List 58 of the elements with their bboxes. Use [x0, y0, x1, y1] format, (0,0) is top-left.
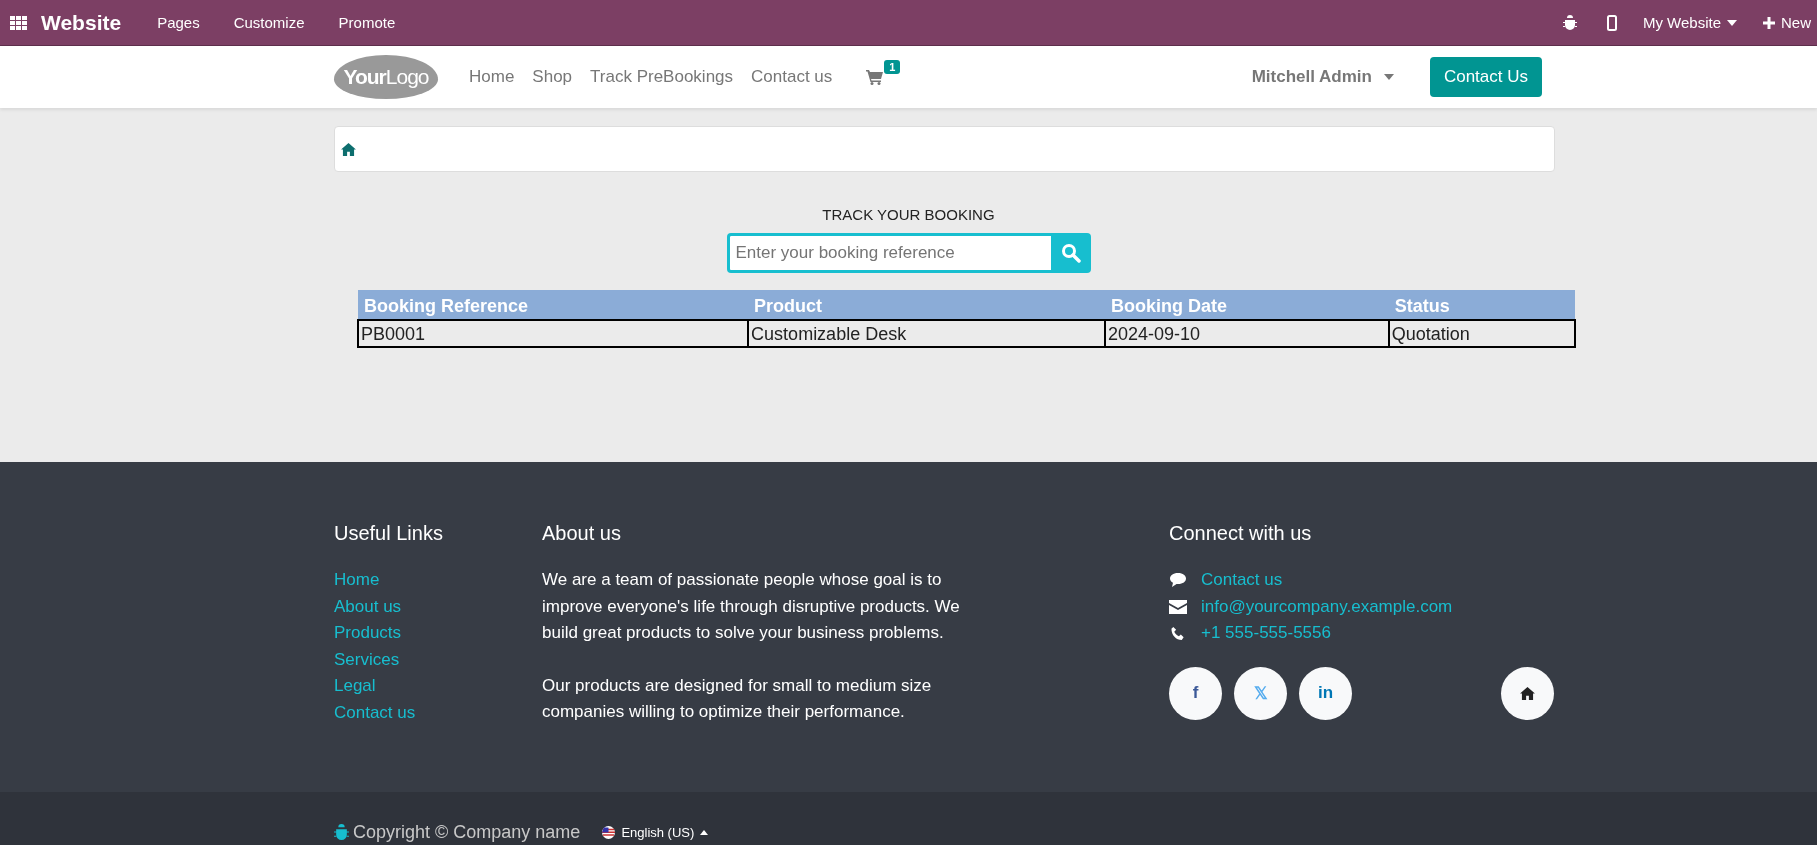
- caret-icon: [700, 829, 709, 835]
- about-paragraph: Our products are designed for small to medium size companies willing to optimize their performance.: [542, 674, 933, 723]
- nav-link[interactable]: Home: [469, 67, 515, 87]
- cart-count-badge: 1: [884, 59, 901, 74]
- footer-heading: Connect with us: [1169, 522, 1313, 545]
- home-icon: [1520, 686, 1535, 700]
- contact-us-button[interactable]: Contact Us: [1429, 57, 1542, 97]
- footer-link[interactable]: Contact us: [334, 702, 416, 722]
- logo[interactable]: YourLogo: [334, 55, 438, 99]
- footer-link[interactable]: Home: [334, 570, 380, 589]
- linkedin-button[interactable]: in: [1299, 666, 1352, 720]
- top-menu-item[interactable]: Pages: [157, 14, 200, 31]
- column-header: Product: [748, 290, 1105, 320]
- column-header: Status: [1388, 290, 1575, 320]
- home-button[interactable]: [1501, 666, 1554, 720]
- table-cell: PB0001: [358, 320, 749, 347]
- footer-link[interactable]: About us: [334, 596, 402, 616]
- table-cell: Quotation: [1388, 320, 1575, 347]
- search-icon: [1060, 243, 1081, 263]
- mobile-phone-icon[interactable]: [1606, 14, 1617, 31]
- contact-link[interactable]: info@yourcompany.example.com: [1201, 593, 1453, 620]
- contact-link[interactable]: Contact us: [1201, 567, 1283, 594]
- footer-link[interactable]: Legal: [334, 676, 376, 695]
- top-menu-item[interactable]: Promote: [338, 14, 396, 31]
- language-selector[interactable]: English (US): [602, 824, 709, 840]
- user-menu[interactable]: Mitchell Admin: [1251, 67, 1394, 87]
- facebook-button[interactable]: f: [1169, 666, 1222, 720]
- nav-link[interactable]: Contact us: [751, 67, 833, 87]
- footer-link[interactable]: Services: [334, 649, 400, 669]
- about-paragraph: We are a team of passionate people whose goal is to improve everyone's life through disruptive products. We build great products to solve your business problems.: [542, 569, 961, 644]
- caret-icon: [1383, 74, 1394, 80]
- nav-link[interactable]: Track PreBookings: [590, 67, 734, 87]
- copyright-text: Copyright © Company name: [353, 821, 581, 843]
- footer-heading: About us: [542, 522, 622, 545]
- app-grid-icon[interactable]: [10, 15, 27, 30]
- contact-link[interactable]: +1 555-555-5556: [1201, 620, 1331, 647]
- chat-bubble-icon: [1169, 572, 1187, 589]
- new-button[interactable]: New: [1763, 14, 1811, 31]
- table-cell: Customizable Desk: [748, 320, 1105, 347]
- top-menu-item[interactable]: Customize: [233, 14, 305, 31]
- home-icon: [341, 142, 356, 156]
- flag-icon: [602, 825, 616, 839]
- bug-icon: [334, 824, 349, 840]
- column-header: Booking Reference: [358, 290, 749, 320]
- caret-icon: [1727, 19, 1737, 26]
- booking-reference-field[interactable]: Enter your booking reference: [726, 233, 1051, 273]
- table-cell: 2024-09-10: [1105, 320, 1389, 347]
- cart-icon[interactable]: [866, 69, 884, 85]
- plus-icon: [1763, 16, 1775, 29]
- app-name: Website: [41, 10, 122, 35]
- nav-link[interactable]: Shop: [532, 67, 573, 87]
- column-header: Booking Date: [1105, 290, 1389, 320]
- envelope-icon: [1169, 599, 1187, 614]
- tracker-title: TRACK YOUR BOOKING: [821, 206, 996, 223]
- footer-link[interactable]: Products: [334, 623, 402, 642]
- website-switcher[interactable]: My Website: [1642, 14, 1737, 31]
- bug-icon[interactable]: [1562, 15, 1577, 30]
- footer-heading: Useful Links: [334, 522, 444, 545]
